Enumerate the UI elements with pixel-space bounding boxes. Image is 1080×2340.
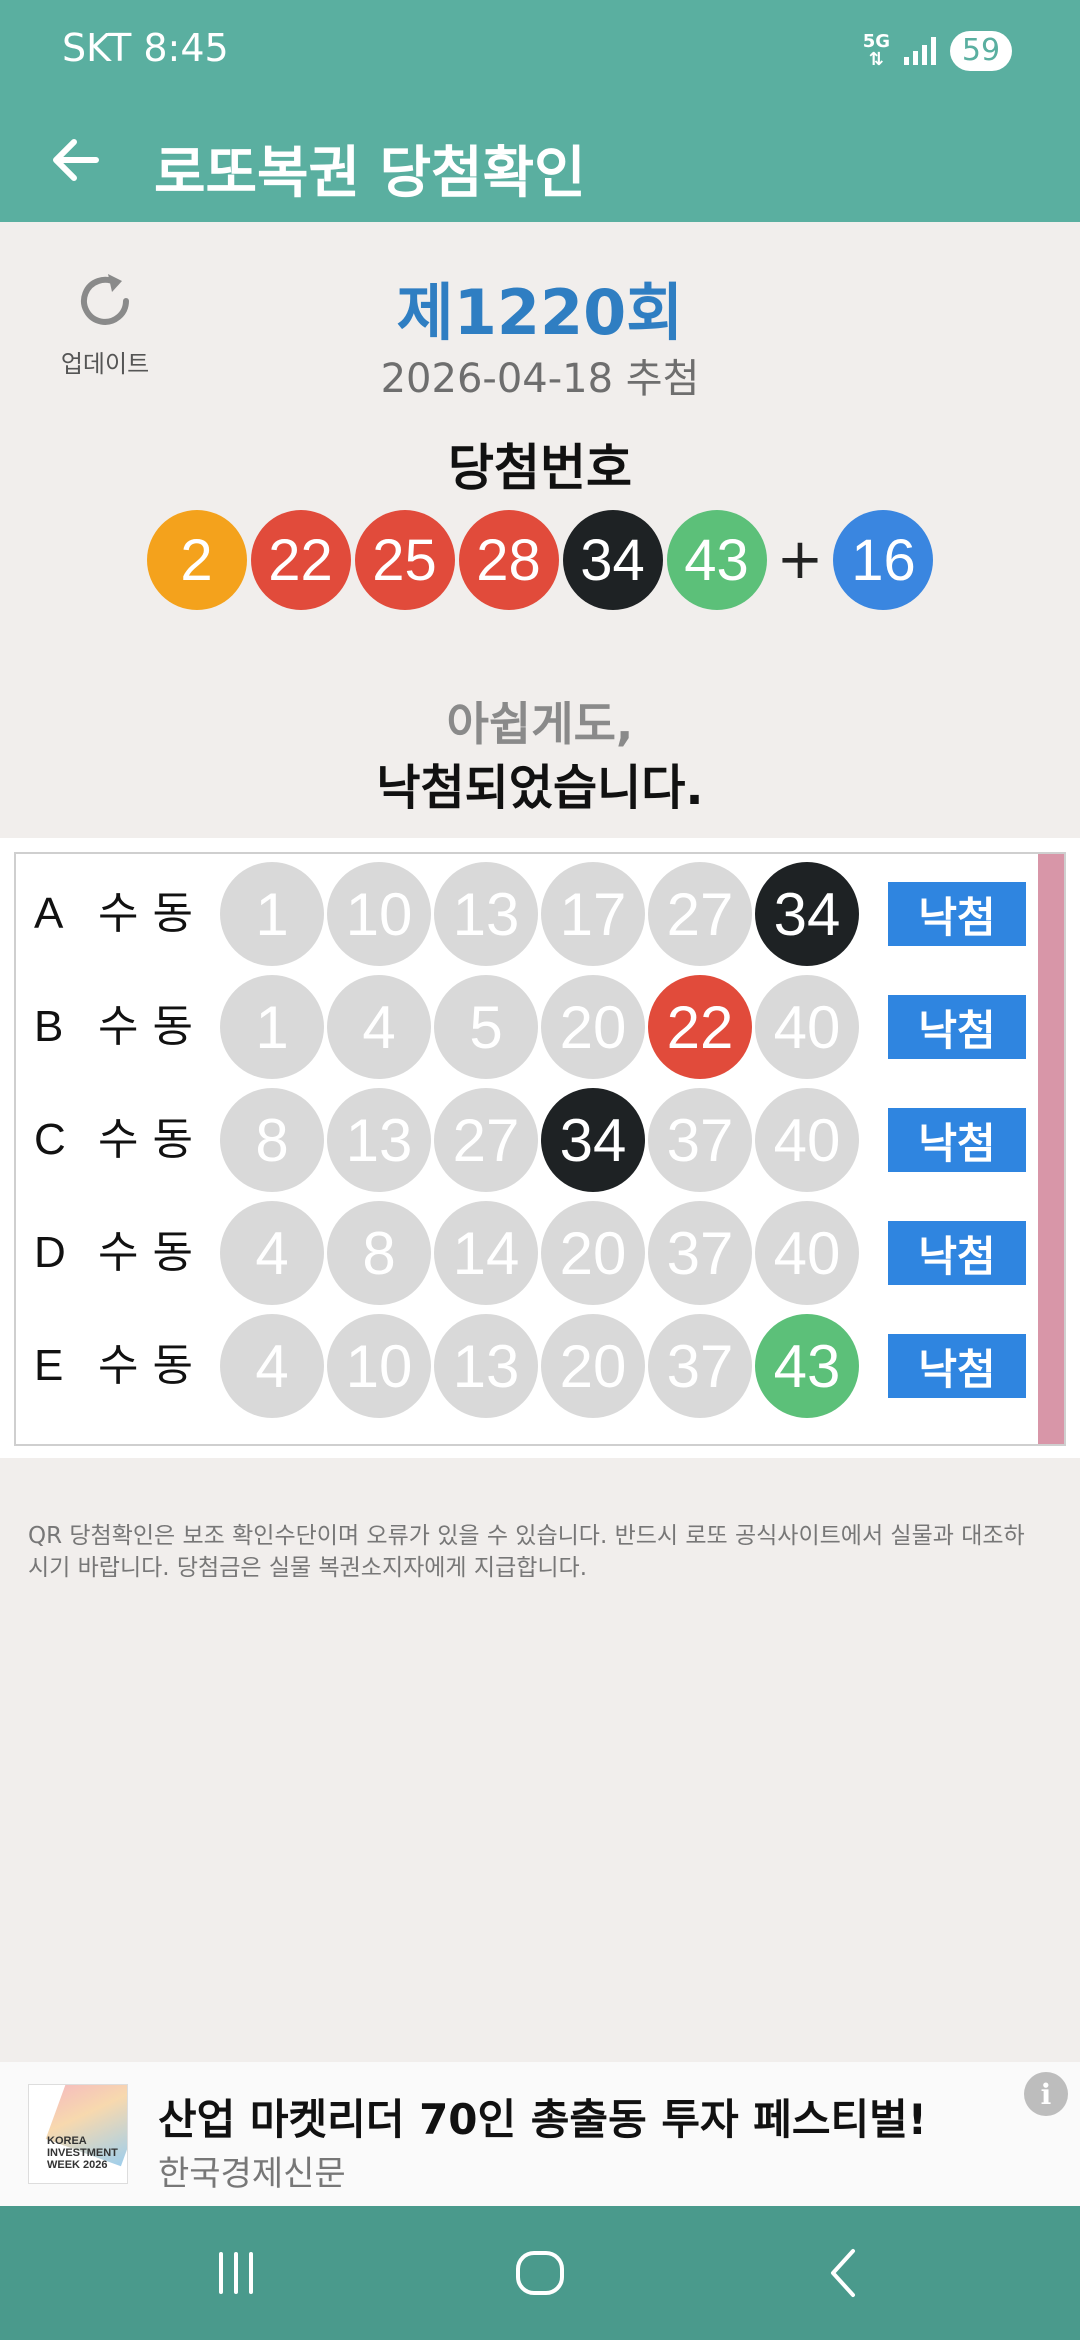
ticket-ball: 10: [327, 1314, 431, 1418]
back-nav-button[interactable]: [804, 2240, 884, 2306]
page-title: 로또복권 당첨확인: [154, 141, 586, 206]
signal-icon: [904, 37, 936, 65]
winning-numbers: 2 22 25 28 34 43 + 16: [0, 510, 1080, 610]
ticket-ball: 40: [755, 975, 859, 1079]
winning-ball: 43: [666, 510, 767, 610]
ticket-row-a: A 수동 1 10 13 17 27 34 낙첨: [16, 858, 1036, 970]
row-numbers: 4 10 13 20 37 43: [220, 1314, 862, 1418]
ticket-ball: 4: [327, 975, 431, 1079]
bonus-ball: 16: [833, 510, 934, 610]
chevron-left-icon: [831, 2249, 855, 2297]
ticket-list: A 수동 1 10 13 17 27 34 낙첨 B 수동 1 4 5 20 2…: [14, 852, 1066, 1446]
result-button[interactable]: 낙첨: [888, 1108, 1026, 1172]
ticket-ball: 8: [220, 1088, 324, 1192]
ticket-ball: 13: [327, 1088, 431, 1192]
ticket-ball: 1: [220, 862, 324, 966]
ticket-ball: 27: [434, 1088, 538, 1192]
winning-ball: 34: [562, 510, 663, 610]
ticket-ball: 43: [755, 1314, 859, 1418]
scroll-accent-bar: [1038, 854, 1064, 1444]
ticket-ball: 1: [220, 975, 324, 1079]
ticket-row-e: E 수동 4 10 13 20 37 43 낙첨: [16, 1310, 1036, 1422]
arrow-left-icon: [53, 139, 99, 181]
battery-icon: 59: [950, 31, 1012, 71]
ticket-ball: 20: [541, 1201, 645, 1305]
app-bar: 로또복권 당첨확인: [0, 100, 1080, 222]
ticket-ball: 4: [220, 1314, 324, 1418]
ad-thumbnail-text: KOREA INVESTMENT WEEK 2026: [47, 2135, 118, 2171]
result-button[interactable]: 낙첨: [888, 1221, 1026, 1285]
row-mode: 수동: [98, 888, 207, 939]
ticket-ball: 4: [220, 1201, 324, 1305]
ticket-ball: 13: [434, 1314, 538, 1418]
row-mode: 수동: [98, 1001, 207, 1052]
row-mode: 수동: [98, 1227, 207, 1278]
ticket-panel: A 수동 1 10 13 17 27 34 낙첨 B 수동 1 4 5 20 2…: [0, 838, 1080, 1458]
ticket-ball: 13: [434, 862, 538, 966]
winning-ball: 28: [458, 510, 559, 610]
row-numbers: 1 4 5 20 22 40: [220, 975, 862, 1079]
row-letter: E: [34, 1341, 64, 1390]
home-button[interactable]: [500, 2240, 580, 2306]
ticket-ball: 40: [755, 1088, 859, 1192]
recent-apps-icon: [219, 2252, 253, 2294]
ticket-ball: 34: [755, 862, 859, 966]
row-numbers: 4 8 14 20 37 40: [220, 1201, 862, 1305]
ticket-row-c: C 수동 8 13 27 34 37 40 낙첨: [16, 1084, 1036, 1196]
ticket-ball: 37: [648, 1088, 752, 1192]
status-icons: 5G ⇅ 59: [863, 28, 1012, 74]
row-mode: 수동: [98, 1114, 207, 1165]
winning-ball: 2: [146, 510, 247, 610]
draw-date: 2026-04-18 추첨: [380, 356, 700, 402]
draw-round: 제1220회: [396, 276, 684, 349]
ticket-ball: 5: [434, 975, 538, 1079]
ticket-ball: 34: [541, 1088, 645, 1192]
ticket-ball: 22: [648, 975, 752, 1079]
system-nav-bar: [0, 2206, 1080, 2340]
ticket-ball: 10: [327, 862, 431, 966]
winning-numbers-label: 당첨번호: [448, 439, 632, 497]
ticket-row-b: B 수동 1 4 5 20 22 40 낙첨: [16, 971, 1036, 1083]
ticket-ball: 20: [541, 975, 645, 1079]
info-icon[interactable]: i: [1024, 2072, 1068, 2116]
winning-ball: 22: [250, 510, 351, 610]
result-button[interactable]: 낙첨: [888, 882, 1026, 946]
ticket-ball: 14: [434, 1201, 538, 1305]
row-numbers: 1 10 13 17 27 34: [220, 862, 862, 966]
row-letter: D: [34, 1228, 66, 1277]
ticket-ball: 40: [755, 1201, 859, 1305]
disclaimer-notice: QR 당첨확인은 보조 확인수단이며 오류가 있을 수 있습니다. 반드시 로또…: [28, 1523, 1025, 1581]
result-message-line2: 낙첨되었습니다.: [376, 760, 704, 816]
row-letter: C: [34, 1115, 66, 1164]
result-message-line1: 아쉽게도,: [446, 697, 634, 751]
ad-source: 한국경제신문: [158, 2154, 346, 2194]
result-button[interactable]: 낙첨: [888, 995, 1026, 1059]
row-letter: B: [34, 1002, 64, 1051]
ticket-row-d: D 수동 4 8 14 20 37 40 낙첨: [16, 1197, 1036, 1309]
ticket-ball: 27: [648, 862, 752, 966]
ticket-ball: 17: [541, 862, 645, 966]
winning-ball: 25: [354, 510, 455, 610]
row-numbers: 8 13 27 34 37 40: [220, 1088, 862, 1192]
ticket-ball: 37: [648, 1201, 752, 1305]
network-5g-icon: 5G ⇅: [862, 31, 890, 70]
row-mode: 수동: [98, 1340, 207, 1391]
row-letter: A: [34, 889, 64, 938]
carrier-time: SKT 8:45: [62, 26, 229, 70]
home-icon: [516, 2251, 564, 2295]
ticket-ball: 20: [541, 1314, 645, 1418]
back-button[interactable]: [40, 124, 112, 196]
ticket-ball: 8: [327, 1201, 431, 1305]
ad-thumbnail: KOREA INVESTMENT WEEK 2026: [28, 2084, 128, 2184]
ad-title: 산업 마켓리더 70인 총출동 투자 페스티벌!: [158, 2095, 927, 2144]
plus-sign: +: [776, 527, 824, 592]
result-button[interactable]: 낙첨: [888, 1334, 1026, 1398]
recent-apps-button[interactable]: [196, 2240, 276, 2306]
status-bar: SKT 8:45 5G ⇅ 59: [0, 0, 1080, 100]
ad-banner[interactable]: KOREA INVESTMENT WEEK 2026 산업 마켓리더 70인 총…: [0, 2062, 1080, 2206]
ticket-ball: 37: [648, 1314, 752, 1418]
